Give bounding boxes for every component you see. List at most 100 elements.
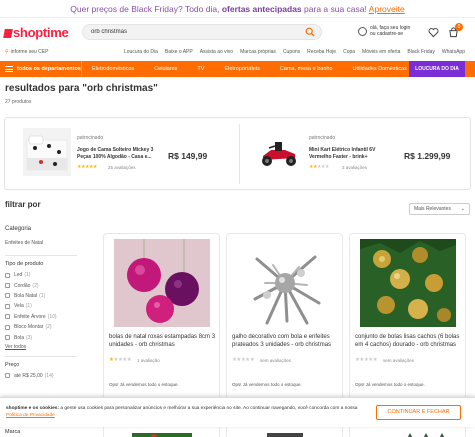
sponsored-item[interactable]: patrocinado Jogo de Cama Solteiro Mickey… [5, 118, 238, 191]
nav-item-utilidades[interactable]: Utilidades Domésticas [343, 61, 417, 77]
category-heading: Categoria [5, 226, 32, 232]
filter-option-label: Enfeite Árvore [14, 313, 46, 320]
top-link-live[interactable]: Assista ao vivo [200, 49, 233, 55]
top-link-coupons[interactable]: Cupons [283, 49, 300, 55]
checkbox[interactable] [5, 303, 10, 309]
checkbox[interactable] [5, 335, 10, 341]
filter-option-label: Cordão [14, 282, 31, 289]
logo[interactable]: shoptime [3, 25, 69, 40]
cep-selector[interactable]: ⚲ informe seu CEP [5, 49, 48, 55]
next-product-image[interactable] [360, 427, 456, 437]
rating-stars-empty: ★★★★ [113, 357, 132, 363]
sponsored-price: R$ 1.299,99 [404, 151, 451, 161]
top-link-blackfriday[interactable]: Black Friday [407, 49, 435, 55]
checkbox[interactable] [5, 324, 10, 330]
nav-item-tv[interactable]: TV [187, 61, 214, 77]
cookie-text: shoptime e os cookies: a gente usa cooki… [6, 406, 366, 419]
chevron-down-icon: ⌄ [460, 206, 465, 212]
nav-item-eletroportateis[interactable]: Eletroportáteis [214, 61, 269, 77]
promo-banner[interactable]: Quer preços de Black Friday? Todo dia, o… [0, 0, 475, 18]
rating-stars: ★★★★★ [77, 164, 97, 170]
top-link-app[interactable]: Baixe o APP [165, 49, 193, 55]
filter-option-label: até R$ 25,00 [14, 372, 43, 379]
kart-product-image[interactable] [255, 128, 303, 176]
top-link-whatsapp[interactable]: WhatsApp [442, 49, 465, 55]
filter-option[interactable]: Bola (3) [5, 332, 77, 342]
filter-title: filtrar por [5, 200, 41, 209]
top-link-loucura[interactable]: Loucura do Dia [124, 49, 158, 55]
cookie-title: shoptime e os cookies: [6, 406, 60, 411]
sponsored-product-name[interactable]: Jogo de Cama Solteiro Mickey 3 Peças 100… [77, 147, 157, 161]
top-link-copa[interactable]: Copa [343, 49, 355, 55]
nav-item-cama-mesa-banho[interactable]: Cama, mesa e banho [270, 61, 343, 77]
rating-stars-filled: ★★ [309, 164, 317, 170]
filter-option[interactable]: Bola Natal (1) [5, 291, 77, 301]
next-product-image[interactable] [114, 427, 210, 437]
filter-option-label: Led [14, 272, 23, 279]
sponsored-label: patrocinado [77, 135, 104, 141]
filter-option-label: Bloco Montar [14, 324, 44, 331]
checkbox[interactable] [5, 293, 10, 299]
cart-count-badge: 0 [455, 23, 463, 31]
category-nav: todos os departamentos Eletrodomésticos … [0, 61, 475, 77]
silver-branch-image[interactable] [237, 239, 333, 327]
out-of-stock-text: Ops! Já vendemos todo o estoque. [232, 382, 302, 387]
filter-option-count: (3) [26, 334, 33, 341]
privacy-policy-link[interactable]: Política de Privacidade [6, 413, 55, 418]
filter-option-label: Vela [14, 303, 24, 310]
heart-icon[interactable] [428, 27, 439, 38]
gold-ornaments-image[interactable] [360, 239, 456, 327]
checkbox[interactable] [5, 314, 10, 320]
filter-option[interactable]: Led (1) [5, 270, 77, 280]
product-name[interactable]: bolas de natal roxas estampadas 8cm 3 un… [109, 334, 217, 349]
rating-stars-empty: ★★★★★ [232, 357, 255, 363]
filter-option[interactable]: Vela (1) [5, 301, 77, 311]
top-links: Loucura do Dia Baixe o APP Assista ao vi… [124, 49, 465, 55]
page-title: resultados para "orb christmas" [5, 83, 158, 94]
top-link-furniture[interactable]: Móveis em oferta [362, 49, 400, 55]
nav-item-loucura-do-dia[interactable]: LOUCURA DO DIA [409, 61, 465, 77]
checkbox[interactable] [5, 272, 10, 278]
sponsored-item[interactable]: patrocinado Mini Kart Elétrico Infantil … [239, 118, 472, 191]
promo-lead: Quer preços de Black Friday? [70, 4, 183, 14]
next-product-image[interactable] [237, 427, 333, 437]
rating-stars: ★★★★★ [355, 357, 378, 363]
cookie-body: a gente usa cookies para personalizar an… [60, 406, 358, 411]
checkbox[interactable] [5, 373, 10, 379]
filter-option[interactable]: Bloco Montar (2) [5, 322, 77, 332]
user-line2: ou cadastre-se [370, 31, 404, 37]
accept-cookies-button[interactable]: CONTINUAR E FECHAR [376, 405, 461, 420]
user-login[interactable]: olá, faça seu login ou cadastre-se [358, 25, 410, 37]
filters-sidebar: Categoria Enfeites de Natal Tipo de prod… [5, 226, 77, 381]
top-link-today[interactable]: Receba Hoje [307, 49, 336, 55]
all-departments-label: todos os departamentos [17, 66, 81, 72]
checkbox[interactable] [5, 283, 10, 289]
promo-link[interactable]: Aproveite [369, 4, 405, 14]
all-departments-button[interactable]: todos os departamentos [0, 61, 82, 77]
search-icon[interactable] [305, 27, 315, 37]
sponsored-product-name[interactable]: Mini Kart Elétrico Infantil 6V Vermelho … [309, 147, 389, 161]
category-link[interactable]: Enfeites de Natal [5, 240, 77, 246]
review-count: sem avaliações [383, 358, 415, 363]
filter-option-count: (1) [25, 303, 32, 310]
nav-item-eletrodomesticos[interactable]: Eletrodomésticos [82, 61, 144, 77]
see-all-link[interactable]: Ver todos [5, 344, 77, 350]
bedding-product-image[interactable] [23, 128, 71, 176]
filter-option[interactable]: até R$ 25,00 (14) [5, 371, 77, 381]
purple-ornaments-image[interactable] [114, 239, 210, 327]
search-input[interactable] [83, 25, 303, 39]
sort-select[interactable]: Mais Relevantes ⌄ [409, 203, 470, 215]
product-name[interactable]: galho decorativo com bola e enfeites pra… [232, 334, 340, 349]
rating-stars-empty: ★★★ [316, 164, 329, 170]
filter-option[interactable]: Cordão (2) [5, 280, 77, 290]
filter-option[interactable]: Enfeite Árvore (10) [5, 312, 77, 322]
promo-middle: Todo dia, [184, 4, 220, 14]
divider [5, 355, 77, 357]
top-link-brands[interactable]: Marcas próprias [240, 49, 276, 55]
sort-value: Mais Relevantes [414, 206, 451, 212]
search-bar[interactable] [82, 24, 322, 40]
product-name[interactable]: conjunto de bolas lisas cachos (6 bolas … [355, 334, 463, 349]
nav-item-celulares[interactable]: Celulares [144, 61, 187, 77]
filter-option-count: (1) [24, 272, 31, 279]
promo-tail: para a sua casa! [304, 4, 367, 14]
